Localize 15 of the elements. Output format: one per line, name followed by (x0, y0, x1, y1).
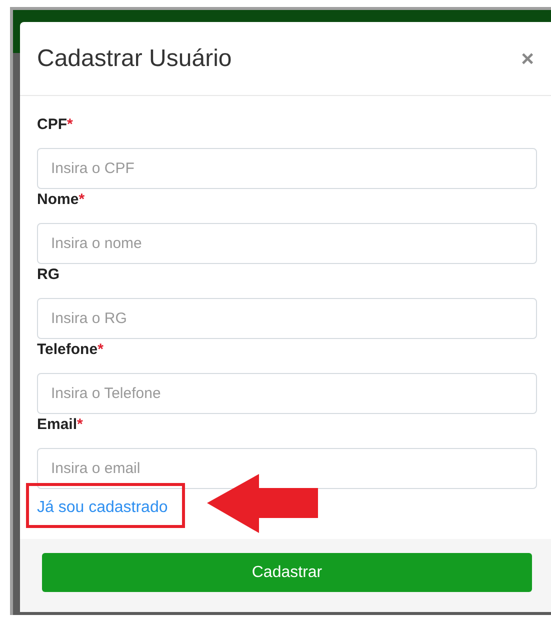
already-registered-link[interactable]: Já sou cadastrado (37, 496, 168, 520)
modal-title: Cadastrar Usuário (37, 44, 232, 74)
input-field[interactable]: Insira o email (37, 448, 537, 489)
field-label: RG (37, 265, 60, 285)
close-button[interactable]: × (521, 48, 534, 70)
field-label: Telefone* (37, 340, 104, 360)
submit-button[interactable]: Cadastrar (42, 553, 532, 592)
input-field[interactable]: Insira o RG (37, 298, 537, 339)
input-field[interactable]: Insira o CPF (37, 148, 537, 189)
field-label: CPF* (37, 115, 74, 135)
field-label: Nome* (37, 190, 86, 210)
arrow-icon (207, 474, 318, 533)
field-label: Email* (37, 415, 84, 435)
input-field[interactable]: Insira o nome (37, 223, 537, 264)
input-field[interactable]: Insira o Telefone (37, 373, 537, 414)
